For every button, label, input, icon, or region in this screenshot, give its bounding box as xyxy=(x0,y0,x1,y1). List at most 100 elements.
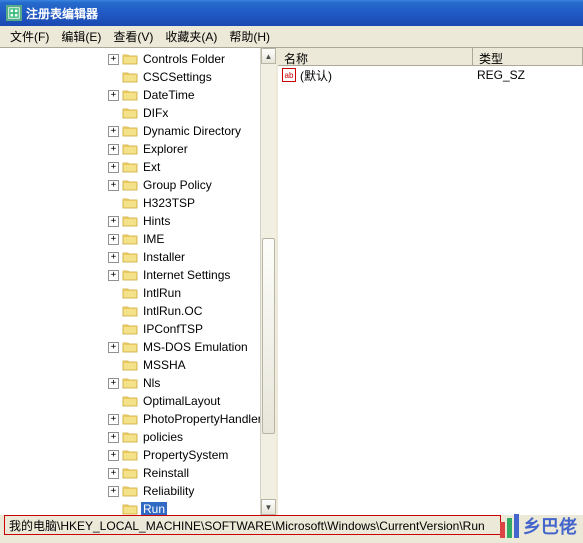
tree-item[interactable]: + Explorer xyxy=(0,140,276,158)
tree-item[interactable]: Run xyxy=(0,500,276,515)
tree-label[interactable]: IntlRun xyxy=(141,286,183,300)
tree-item[interactable]: + Dynamic Directory xyxy=(0,122,276,140)
tree-label[interactable]: Reinstall xyxy=(141,466,191,480)
menu-favorites[interactable]: 收藏夹(A) xyxy=(159,26,223,47)
tree-item[interactable]: OptimalLayout xyxy=(0,392,276,410)
folder-icon xyxy=(122,88,138,102)
tree-item[interactable]: + PropertySystem xyxy=(0,446,276,464)
tree-item[interactable]: + Reinstall xyxy=(0,464,276,482)
tree-label[interactable]: Controls Folder xyxy=(141,52,227,66)
expander-icon[interactable]: + xyxy=(108,468,119,479)
menu-view[interactable]: 查看(V) xyxy=(107,26,159,47)
expander-icon[interactable]: + xyxy=(108,432,119,443)
value-type: REG_SZ xyxy=(473,68,583,82)
expander-icon[interactable]: + xyxy=(108,144,119,155)
folder-icon xyxy=(122,466,138,480)
tree-item[interactable]: + Reliability xyxy=(0,482,276,500)
tree-item[interactable]: H323TSP xyxy=(0,194,276,212)
tree-label[interactable]: Nls xyxy=(141,376,162,390)
expander-icon[interactable]: + xyxy=(108,270,119,281)
tree-item[interactable]: + MS-DOS Emulation xyxy=(0,338,276,356)
folder-icon xyxy=(122,358,138,372)
tree-label[interactable]: DateTime xyxy=(141,88,197,102)
tree-label[interactable]: PropertySystem xyxy=(141,448,230,462)
tree-label[interactable]: Group Policy xyxy=(141,178,214,192)
expander-icon[interactable]: + xyxy=(108,450,119,461)
tree-item[interactable]: + Controls Folder xyxy=(0,50,276,68)
menu-bar: 文件(F) 编辑(E) 查看(V) 收藏夹(A) 帮助(H) xyxy=(0,26,583,48)
tree-item[interactable]: + IME xyxy=(0,230,276,248)
tree-label[interactable]: Hints xyxy=(141,214,172,228)
expander-icon[interactable]: + xyxy=(108,180,119,191)
list-header: 名称 类型 xyxy=(278,48,583,66)
expander-icon[interactable]: + xyxy=(108,54,119,65)
expander-icon[interactable]: + xyxy=(108,162,119,173)
status-bar: 我的电脑\HKEY_LOCAL_MACHINE\SOFTWARE\Microso… xyxy=(4,515,501,535)
tree-label[interactable]: DIFx xyxy=(141,106,170,120)
tree-label[interactable]: CSCSettings xyxy=(141,70,214,84)
tree-label[interactable]: Internet Settings xyxy=(141,268,232,282)
expander-icon[interactable]: + xyxy=(108,216,119,227)
folder-icon xyxy=(122,484,138,498)
folder-icon xyxy=(122,502,138,515)
expander-icon[interactable]: + xyxy=(108,486,119,497)
watermark: 乡巴佬 xyxy=(500,513,577,539)
scroll-up-button[interactable]: ▲ xyxy=(261,48,276,64)
tree-label[interactable]: Explorer xyxy=(141,142,190,156)
tree-label[interactable]: IPConfTSP xyxy=(141,322,205,336)
expander-icon[interactable]: + xyxy=(108,342,119,353)
tree-item[interactable]: + Nls xyxy=(0,374,276,392)
tree-label[interactable]: Ext xyxy=(141,160,162,174)
tree-label[interactable]: policies xyxy=(141,430,185,444)
tree-label[interactable]: Installer xyxy=(141,250,187,264)
folder-icon xyxy=(122,106,138,120)
tree-item[interactable]: + Ext xyxy=(0,158,276,176)
folder-icon xyxy=(122,304,138,318)
tree-item[interactable]: CSCSettings xyxy=(0,68,276,86)
tree-label[interactable]: IME xyxy=(141,232,166,246)
expander-icon[interactable]: + xyxy=(108,234,119,245)
col-header-type[interactable]: 类型 xyxy=(473,48,583,65)
menu-help[interactable]: 帮助(H) xyxy=(223,26,276,47)
tree-item[interactable]: + policies xyxy=(0,428,276,446)
tree-label[interactable]: Reliability xyxy=(141,484,196,498)
expander-icon[interactable]: + xyxy=(108,414,119,425)
tree-item[interactable]: + Internet Settings xyxy=(0,266,276,284)
tree-item[interactable]: + Group Policy xyxy=(0,176,276,194)
tree-label[interactable]: MSSHA xyxy=(141,358,188,372)
folder-icon xyxy=(122,430,138,444)
folder-icon xyxy=(122,196,138,210)
expander-icon[interactable]: + xyxy=(108,252,119,263)
tree-label[interactable]: OptimalLayout xyxy=(141,394,222,408)
list-pane[interactable]: 名称 类型 ab(默认)REG_SZ xyxy=(278,48,583,515)
menu-edit[interactable]: 编辑(E) xyxy=(55,26,107,47)
tree-item[interactable]: + DateTime xyxy=(0,86,276,104)
app-icon xyxy=(6,5,22,21)
scroll-thumb[interactable] xyxy=(262,238,275,434)
expander-icon[interactable]: + xyxy=(108,90,119,101)
tree-item[interactable]: MSSHA xyxy=(0,356,276,374)
expander-icon[interactable]: + xyxy=(108,126,119,137)
tree-item[interactable]: IntlRun xyxy=(0,284,276,302)
tree-label[interactable]: IntlRun.OC xyxy=(141,304,204,318)
folder-icon xyxy=(122,286,138,300)
tree-label[interactable]: MS-DOS Emulation xyxy=(141,340,250,354)
tree-pane[interactable]: + Controls Folder CSCSettings + DateTime DIFx… xyxy=(0,48,278,515)
tree-item[interactable]: DIFx xyxy=(0,104,276,122)
tree-label[interactable]: Run xyxy=(141,502,167,515)
tree-label[interactable]: PhotoPropertyHandler xyxy=(141,412,264,426)
tree-item[interactable]: IPConfTSP xyxy=(0,320,276,338)
expander-icon[interactable]: + xyxy=(108,378,119,389)
tree-label[interactable]: H323TSP xyxy=(141,196,197,210)
tree-item[interactable]: + Hints xyxy=(0,212,276,230)
scroll-down-button[interactable]: ▼ xyxy=(261,499,276,515)
content-area: + Controls Folder CSCSettings + DateTime DIFx… xyxy=(0,48,583,515)
tree-item[interactable]: IntlRun.OC xyxy=(0,302,276,320)
col-header-name[interactable]: 名称 xyxy=(278,48,473,65)
tree-scrollbar[interactable]: ▲ ▼ xyxy=(260,48,276,515)
tree-item[interactable]: + Installer xyxy=(0,248,276,266)
list-row[interactable]: ab(默认)REG_SZ xyxy=(278,66,583,84)
menu-file[interactable]: 文件(F) xyxy=(4,26,55,47)
tree-label[interactable]: Dynamic Directory xyxy=(141,124,243,138)
tree-item[interactable]: + PhotoPropertyHandler xyxy=(0,410,276,428)
